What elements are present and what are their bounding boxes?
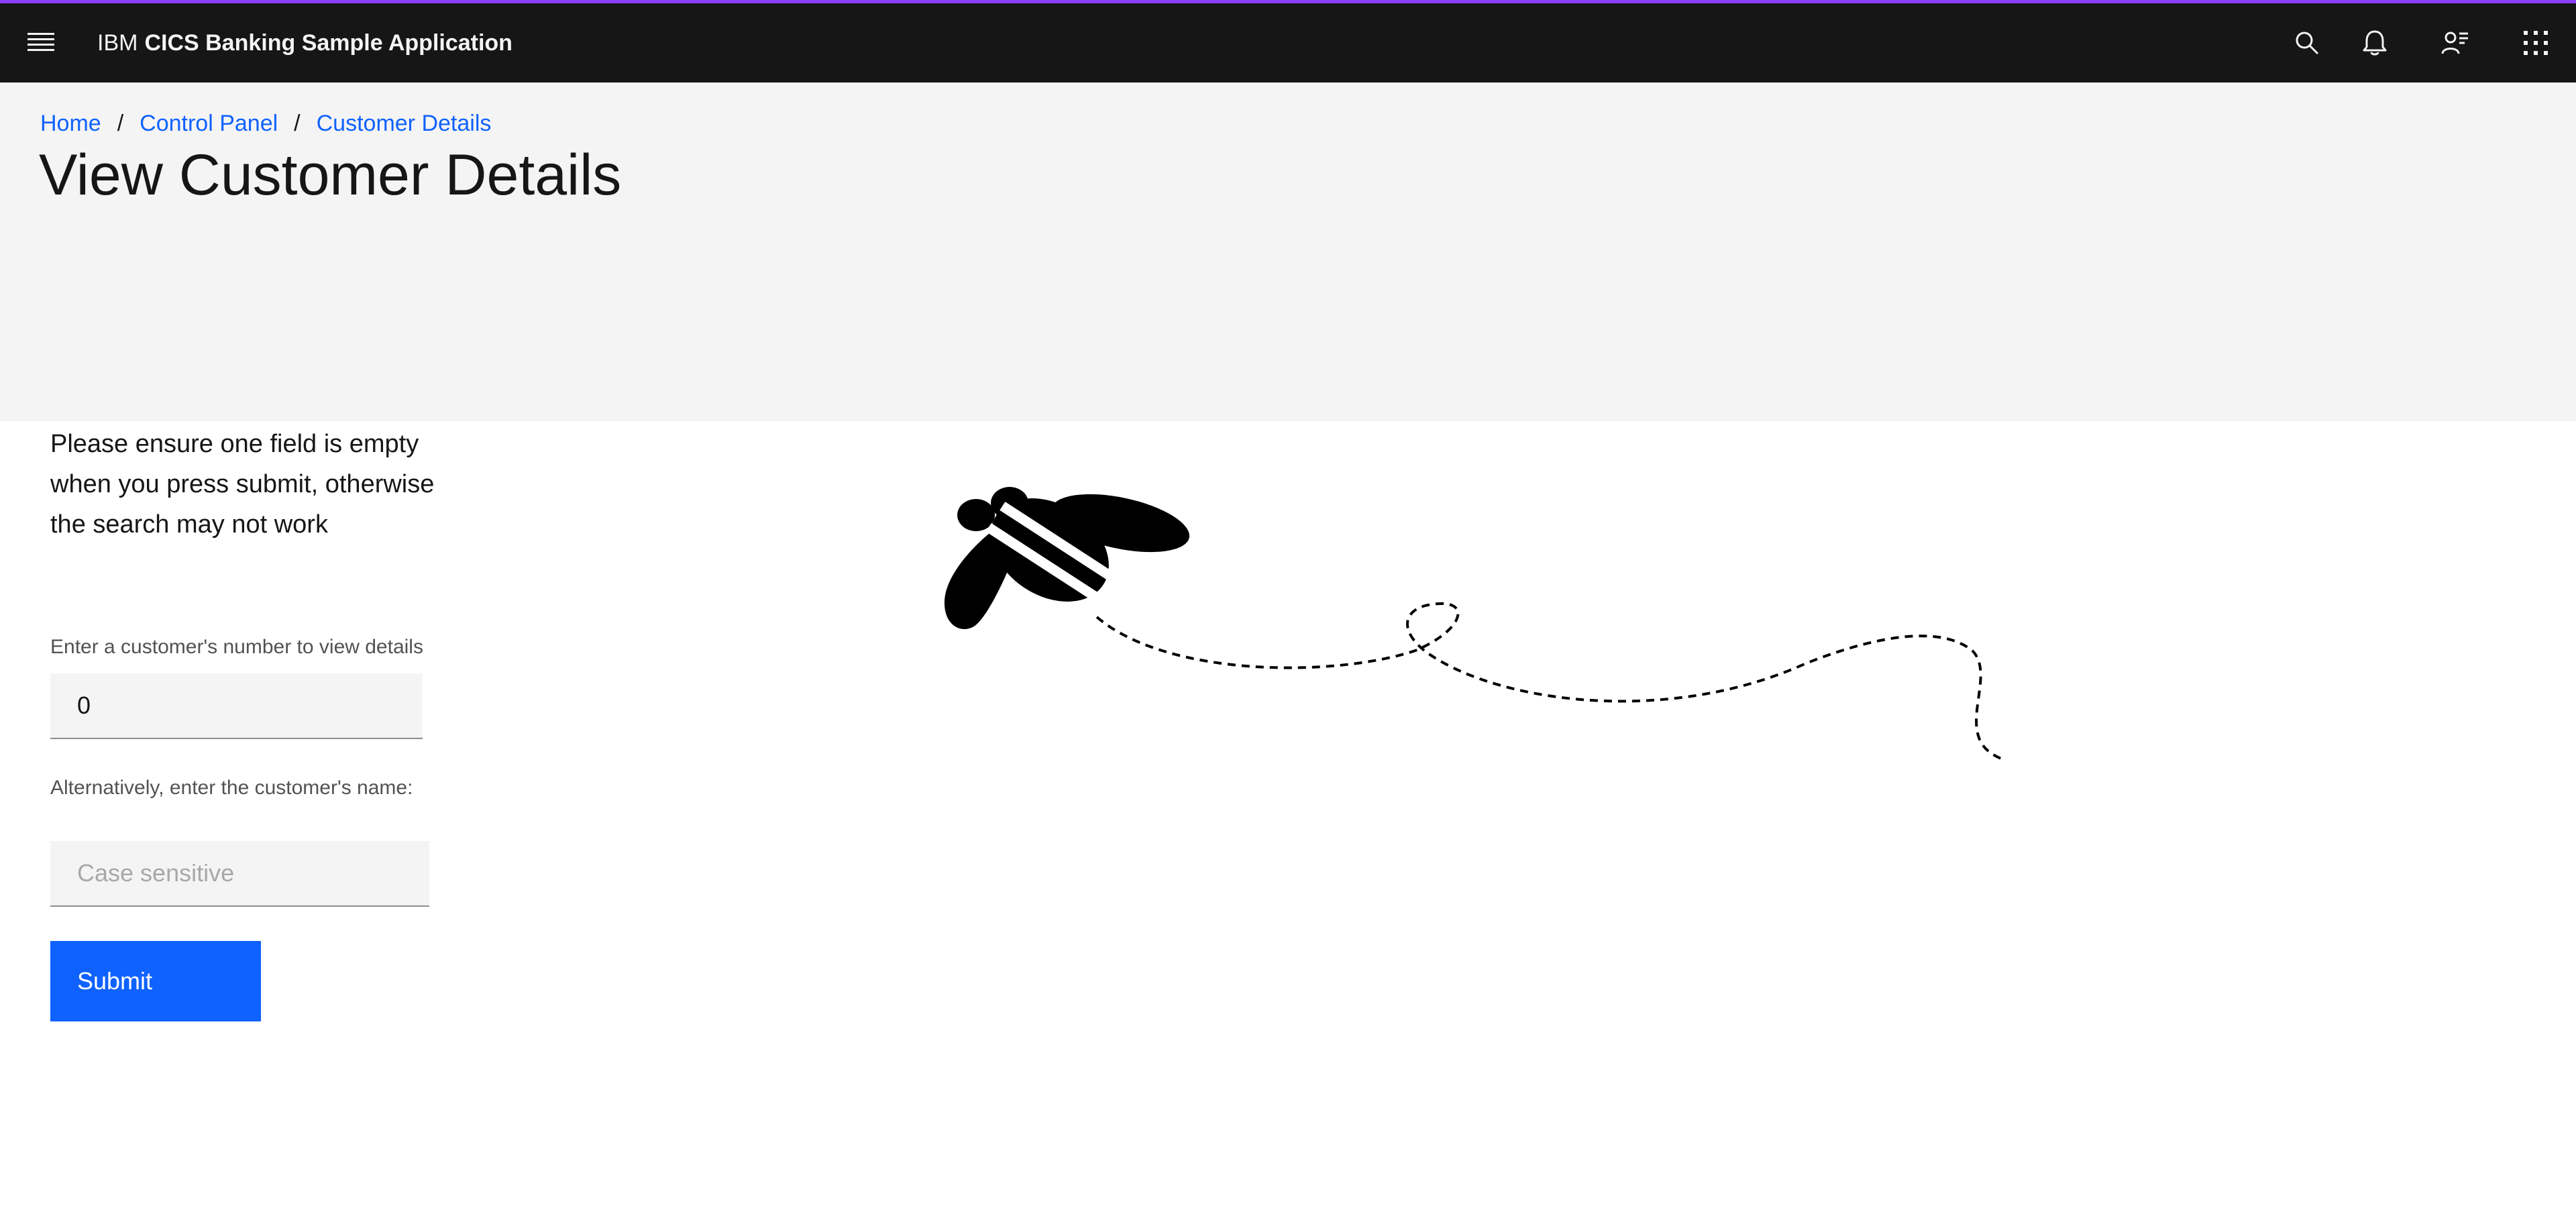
app-switcher-icon[interactable] [2512,19,2559,66]
instruction-text: Please ensure one field is empty when yo… [50,430,435,539]
search-icon[interactable] [2284,19,2330,66]
bee-icon [944,487,1190,630]
app-brand[interactable]: IBM CICS Banking Sample Application [97,3,513,82]
customer-number-input[interactable] [50,673,423,739]
top-header: IBM CICS Banking Sample Application [0,0,2576,82]
breadcrumb-home[interactable]: Home [40,111,101,137]
breadcrumb-customer-details[interactable]: Customer Details [317,111,492,137]
customer-name-input[interactable] [50,841,429,907]
customer-name-label: Alternatively, enter the customer's name… [50,777,413,799]
breadcrumb-separator: / [117,111,124,136]
notification-icon[interactable] [2351,19,2398,66]
page-title: View Customer Details [39,143,622,207]
bee-illustration [944,487,2003,761]
brand-name: CICS Banking Sample Application [144,30,513,56]
breadcrumb-separator: / [294,111,301,136]
user-icon[interactable] [2432,19,2479,66]
menu-icon[interactable] [16,17,66,66]
brand-prefix: IBM [97,30,138,56]
submit-button[interactable]: Submit [50,941,261,1021]
customer-number-label: Enter a customer's number to view detail… [50,636,423,658]
breadcrumb: Home / Control Panel / Customer Details [40,111,491,137]
bee-flight-path [1095,602,2003,761]
breadcrumb-control-panel[interactable]: Control Panel [140,111,278,137]
